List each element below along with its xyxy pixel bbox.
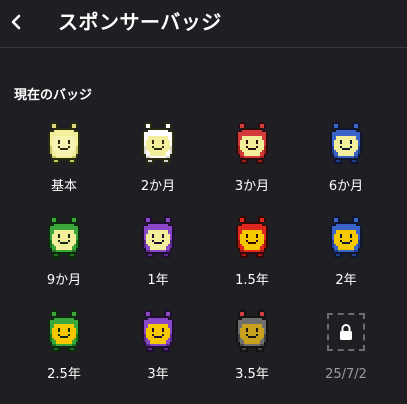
section-title: 現在のバッジ xyxy=(14,88,93,103)
badge-label: 25/7/2 xyxy=(325,367,367,382)
badge-label: 2か月 xyxy=(140,179,176,194)
badge-label: 基本 xyxy=(50,179,77,194)
mascot-badge-icon xyxy=(142,122,174,164)
badge-item[interactable]: 3.5年 xyxy=(205,310,299,404)
locked-badge-slot xyxy=(327,313,365,351)
mascot-badge-icon xyxy=(48,122,80,164)
badge-item[interactable]: 1年 xyxy=(111,216,205,310)
badge-item[interactable]: 3年 xyxy=(111,310,205,404)
mascot-badge-icon xyxy=(142,310,174,352)
badge-item[interactable]: 6か月 xyxy=(299,122,393,216)
mascot-badge-icon xyxy=(236,310,268,352)
badge-item-locked[interactable]: 25/7/2 xyxy=(299,310,393,404)
badge-grid: 基本 2か月 3か月 6か月 9か月 1年 1.5年 2年 2.5年 3年 3.5年 25/7/2 xyxy=(17,122,393,404)
badge-label: 1年 xyxy=(147,273,169,288)
badge-label: 9か月 xyxy=(46,273,82,288)
lock-icon xyxy=(340,324,352,340)
badge-label: 1.5年 xyxy=(235,273,269,288)
badge-label: 3.5年 xyxy=(235,367,269,382)
badge-label: 2.5年 xyxy=(47,367,81,382)
mascot-badge-icon xyxy=(142,216,174,258)
mascot-badge-icon xyxy=(48,216,80,258)
badge-label: 6か月 xyxy=(328,179,364,194)
mascot-badge-icon xyxy=(330,122,362,164)
badge-item[interactable]: 2.5年 xyxy=(17,310,111,404)
chevron-left-icon xyxy=(11,14,21,30)
top-bar: スポンサーバッジ xyxy=(0,0,407,48)
badge-label: 2年 xyxy=(335,273,357,288)
badge-label: 3か月 xyxy=(234,179,270,194)
badge-item[interactable]: 3か月 xyxy=(205,122,299,216)
back-button[interactable] xyxy=(4,8,28,36)
badge-label: 3年 xyxy=(147,367,169,382)
badge-item[interactable]: 1.5年 xyxy=(205,216,299,310)
badge-item[interactable]: 2か月 xyxy=(111,122,205,216)
page-title: スポンサーバッジ xyxy=(58,10,222,34)
badge-item[interactable]: 2年 xyxy=(299,216,393,310)
mascot-badge-icon xyxy=(236,122,268,164)
mascot-badge-icon xyxy=(236,216,268,258)
mascot-badge-icon xyxy=(330,216,362,258)
mascot-badge-icon xyxy=(48,310,80,352)
badge-item[interactable]: 9か月 xyxy=(17,216,111,310)
badge-item[interactable]: 基本 xyxy=(17,122,111,216)
